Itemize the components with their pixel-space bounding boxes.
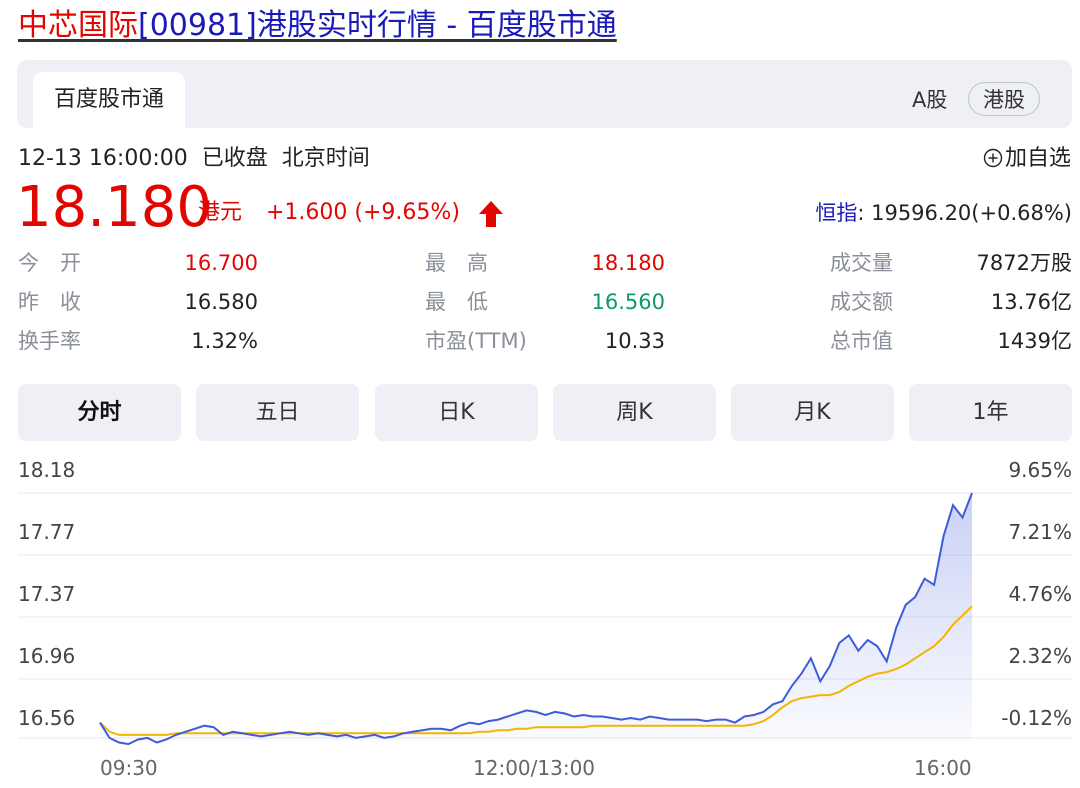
- price-area-fill: [100, 493, 972, 745]
- intraday-chart[interactable]: [0, 0, 1080, 788]
